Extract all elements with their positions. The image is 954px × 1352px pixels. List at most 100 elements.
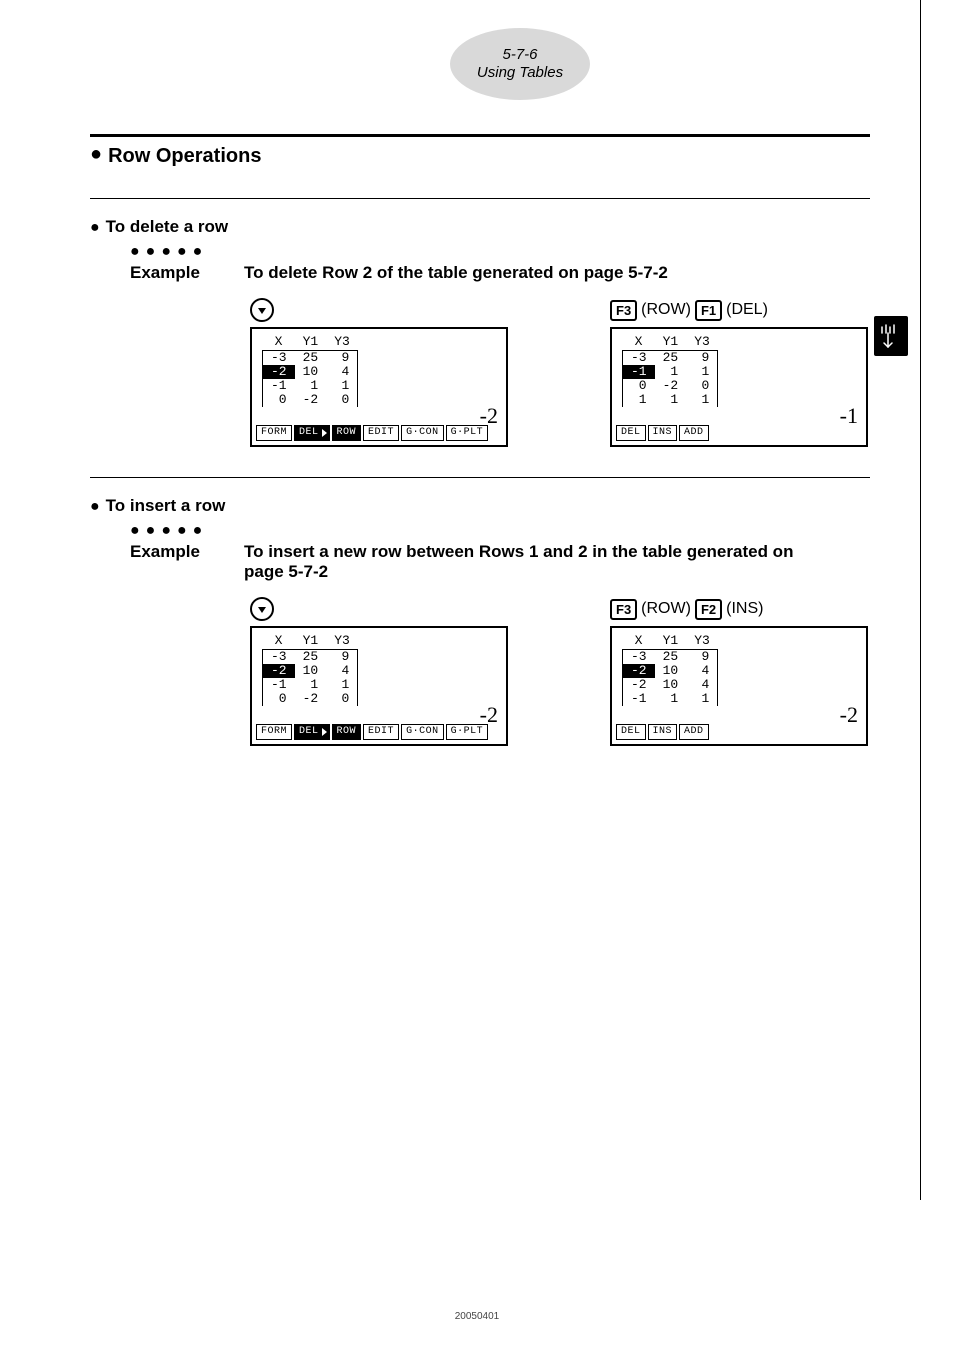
calc-screen-insert-before: X Y1 Y3 -3259 -2104 -111 0-20 -2 FORM (250, 626, 508, 746)
tab-row: ROW (332, 724, 362, 740)
cell: 10 (295, 365, 327, 379)
insert-heading-text: To insert a row (106, 496, 226, 515)
calc-screen-delete-before: X Y1 Y3 -3259 -2104 -111 0-20 -2 FORM (250, 327, 508, 447)
tab-add: ADD (679, 724, 709, 740)
tab-del: DEL (294, 724, 330, 740)
cell: 1 (623, 393, 655, 407)
tab-edit: EDIT (363, 724, 399, 740)
title-text: Row Operations (108, 145, 261, 167)
row-operations-title: ●Row Operations (90, 145, 870, 168)
cell: 1 (686, 365, 718, 379)
tab-del: DEL (294, 425, 330, 441)
tab-edit: EDIT (363, 425, 399, 441)
soft-tabs: FORM DEL ROW EDIT G·CON G·PLT (256, 425, 502, 441)
example-label: Example (130, 542, 220, 582)
cell: 1 (655, 365, 687, 379)
lcd-table: X Y1 Y3 -3259 -2104 -2104 -111 (622, 634, 718, 706)
cell: 0 (686, 379, 718, 393)
cell: 0 (263, 692, 295, 706)
right-margin-rule (920, 0, 921, 1200)
cell: 9 (686, 650, 718, 665)
lcd-table: X Y1 Y3 -3259 -2104 -111 0-20 (262, 335, 358, 407)
cell: 25 (655, 650, 687, 665)
col-x: X (623, 634, 655, 650)
insert-heading: ● To insert a row (90, 496, 870, 516)
dots-separator: ●●●●● (130, 243, 870, 261)
cell: 9 (326, 351, 358, 366)
key-sequence-down (250, 596, 510, 622)
col-y3: Y3 (326, 335, 358, 351)
col-x: X (263, 634, 295, 650)
cell: 0 (326, 692, 358, 706)
side-tab-icon (874, 316, 908, 356)
col-y1: Y1 (655, 335, 687, 351)
col-y1: Y1 (655, 634, 687, 650)
cell: 4 (686, 678, 718, 692)
cell: 1 (326, 678, 358, 692)
cell-selected: -2 (263, 664, 295, 678)
key-sequence-row-ins: F3 (ROW) F2 (INS) (610, 596, 870, 622)
cursor-down-key (250, 597, 274, 621)
cell-selected: -2 (623, 664, 655, 678)
tab-ins: INS (648, 425, 678, 441)
tab-row: ROW (332, 425, 362, 441)
cell: 10 (295, 664, 327, 678)
cell: -3 (623, 351, 655, 366)
key-sequence-down (250, 297, 510, 323)
col-y1: Y1 (295, 634, 327, 650)
cell: -2 (655, 379, 687, 393)
key-label: (ROW) (641, 600, 691, 618)
calc-screen-delete-after: X Y1 Y3 -3259 -111 0-20 111 -1 DEL (610, 327, 868, 447)
lcd-table: X Y1 Y3 -3259 -111 0-20 111 (622, 335, 718, 407)
current-value: -1 (840, 409, 858, 423)
cell: 0 (623, 379, 655, 393)
example-text: To delete Row 2 of the table generated o… (244, 263, 668, 283)
cell: 1 (655, 692, 687, 706)
cell: -1 (263, 379, 295, 393)
delete-heading: ● To delete a row (90, 217, 870, 237)
col-y3: Y3 (686, 335, 718, 351)
cell-selected: -2 (263, 365, 295, 379)
soft-tabs: FORM DEL ROW EDIT G·CON G·PLT (256, 724, 502, 740)
example-text: To insert a new row between Rows 1 and 2… (244, 542, 804, 582)
cell: 9 (326, 650, 358, 665)
tab-del: DEL (616, 425, 646, 441)
col-y1: Y1 (295, 335, 327, 351)
cell: -1 (263, 678, 295, 692)
cell: -3 (263, 650, 295, 665)
tab-gplt: G·PLT (446, 425, 489, 441)
cell: 1 (295, 678, 327, 692)
example-label: Example (130, 263, 220, 283)
f3-key: F3 (610, 300, 637, 321)
f2-key: F2 (695, 599, 722, 620)
tab-form: FORM (256, 425, 292, 441)
key-label: (ROW) (641, 301, 691, 319)
cell: 10 (655, 664, 687, 678)
cell: 0 (326, 393, 358, 407)
cell: 1 (655, 393, 687, 407)
cell: -1 (623, 692, 655, 706)
col-x: X (263, 335, 295, 351)
delete-heading-text: To delete a row (106, 217, 229, 236)
rule-top (90, 134, 870, 137)
cell: 10 (655, 678, 687, 692)
cell: -3 (623, 650, 655, 665)
cell: 4 (326, 365, 358, 379)
col-y3: Y3 (326, 634, 358, 650)
bullet-icon: ● (90, 219, 100, 236)
header-oval: 5-7-6 Using Tables (450, 28, 590, 100)
dots-separator: ●●●●● (130, 522, 870, 540)
cell: 1 (686, 692, 718, 706)
cell-selected: -1 (623, 365, 655, 379)
soft-tabs: DEL INS ADD (616, 425, 862, 441)
f1-key: F1 (695, 300, 722, 321)
calc-screen-insert-after: X Y1 Y3 -3259 -2104 -2104 -111 -2 DEL (610, 626, 868, 746)
rule-2 (90, 477, 870, 478)
bullet-icon: ● (90, 498, 100, 515)
tab-add: ADD (679, 425, 709, 441)
cell: 25 (655, 351, 687, 366)
footer-date: 20050401 (0, 1311, 954, 1322)
cell: 1 (686, 393, 718, 407)
soft-tabs: DEL INS ADD (616, 724, 862, 740)
key-sequence-row-del: F3 (ROW) F1 (DEL) (610, 297, 870, 323)
